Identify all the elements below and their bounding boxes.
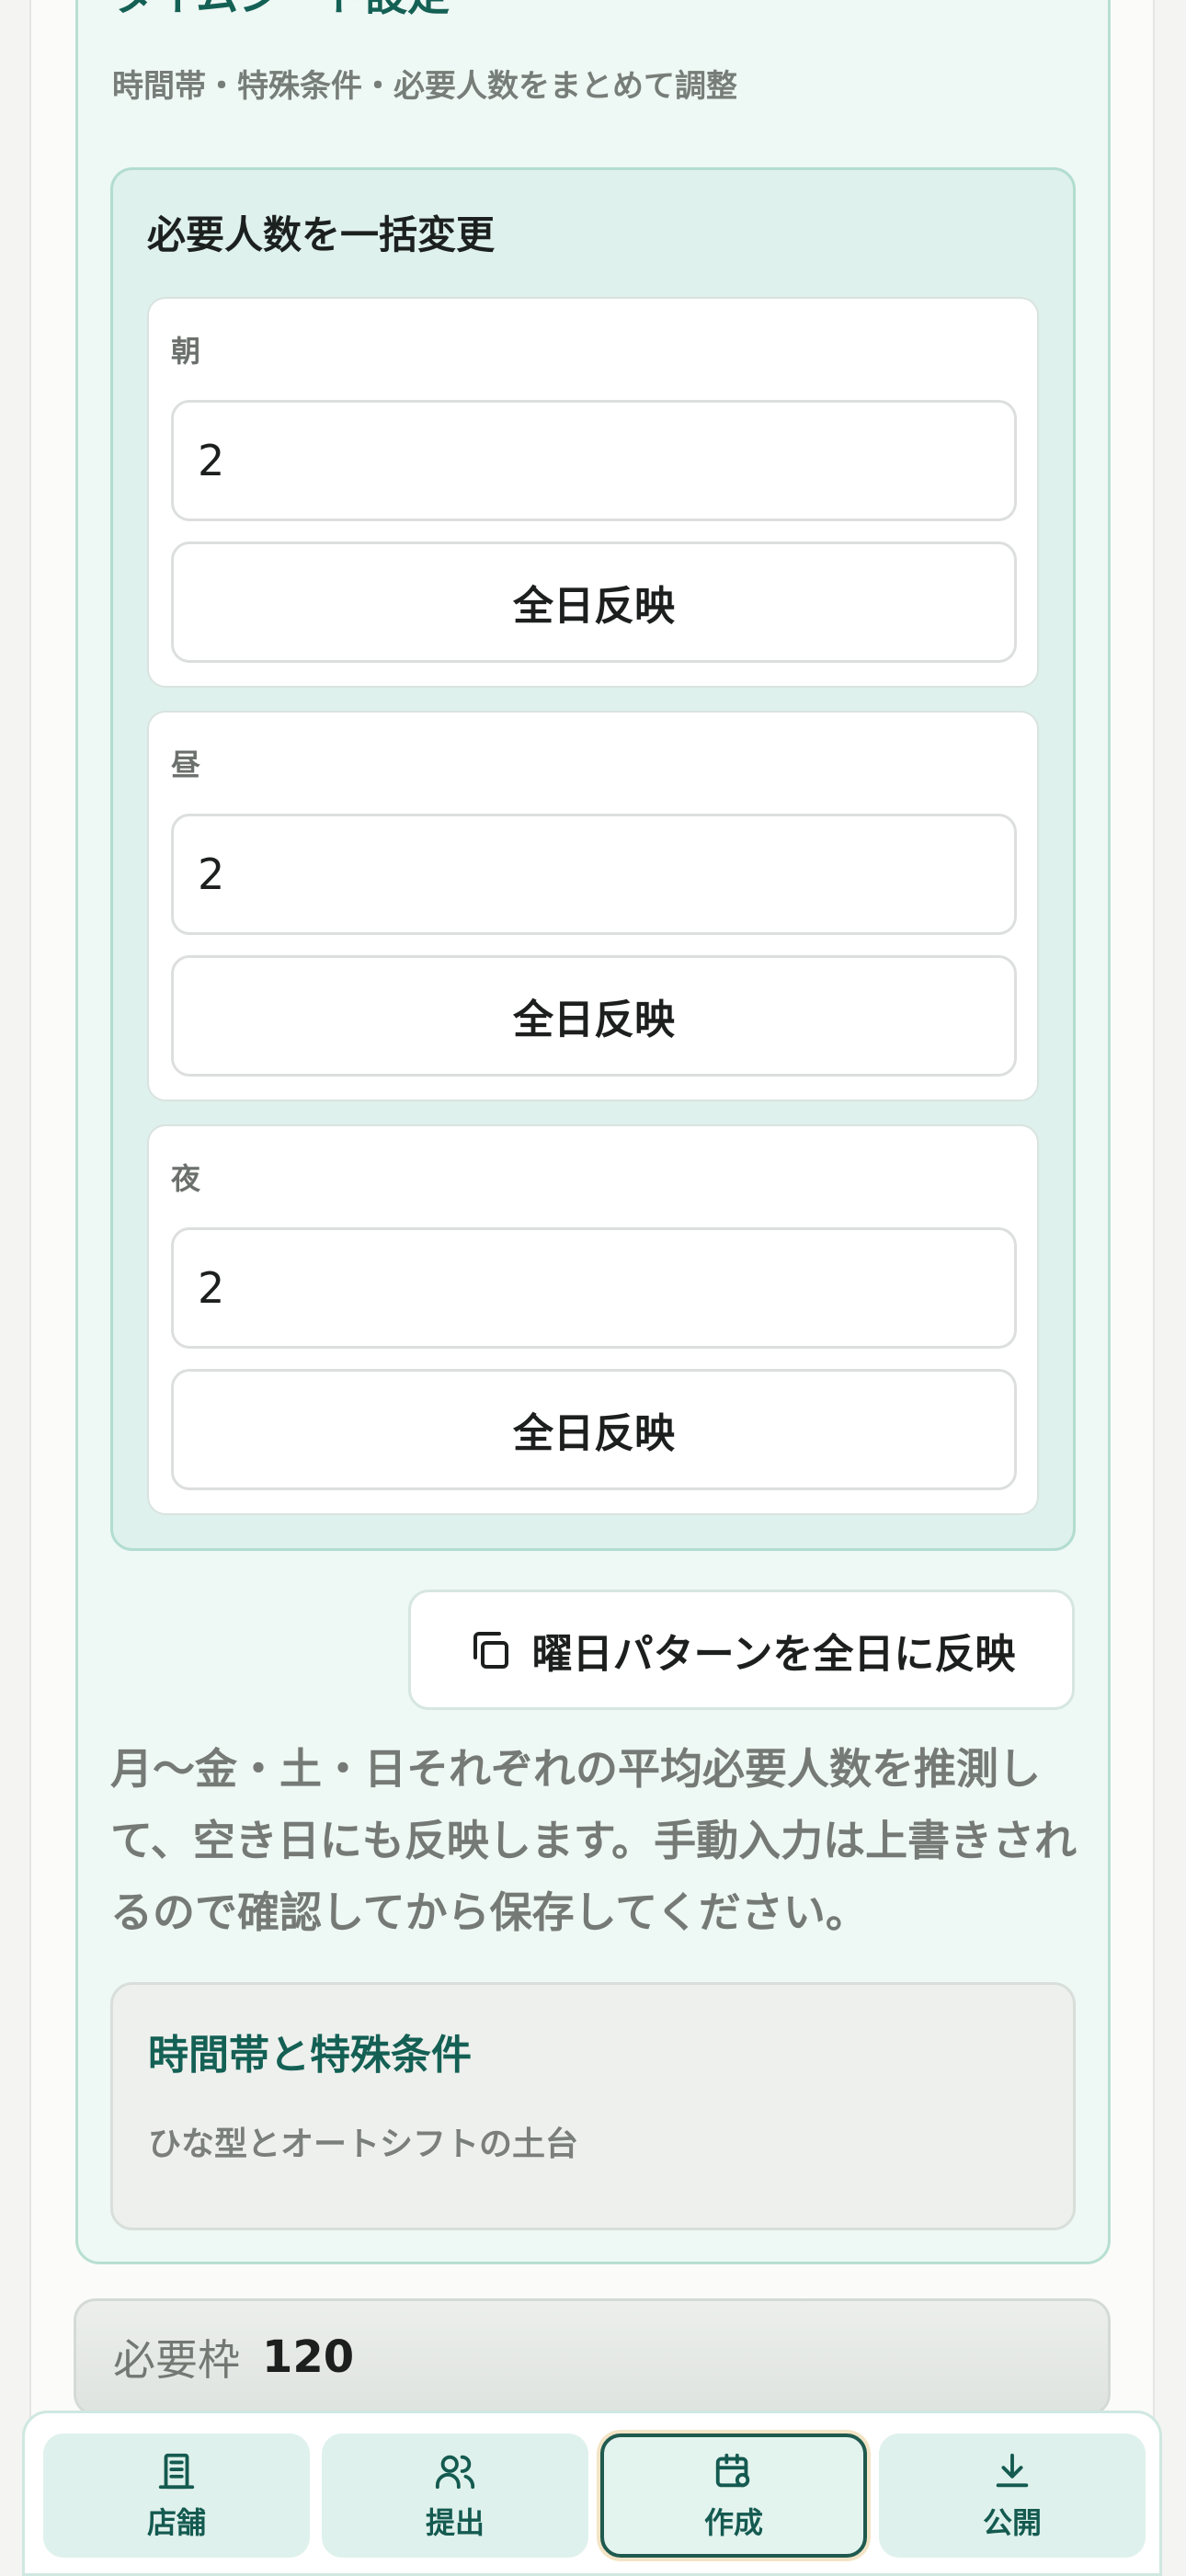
slot-card-noon: 昼 2 全日反映 <box>147 711 1039 1101</box>
time-conditions-subtitle: ひな型とオートシフトの土台 <box>148 2126 579 2163</box>
section-subtitle: 時間帯・特殊条件・必要人数をまとめて調整 <box>112 68 737 105</box>
nav-label: 公開 <box>982 2504 1042 2540</box>
slot-label: 夜 <box>171 1161 201 1196</box>
night-apply-all-button[interactable]: 全日反映 <box>171 1369 1017 1490</box>
copy-icon <box>468 1628 512 1672</box>
noon-apply-all-button[interactable]: 全日反映 <box>171 955 1017 1077</box>
bottom-navigation: 店舗 提出 作成 公開 <box>22 2411 1162 2576</box>
calendar-settings-icon <box>713 2450 755 2492</box>
nav-item-store[interactable]: 店舗 <box>43 2434 310 2558</box>
nav-item-create[interactable]: 作成 <box>600 2434 867 2558</box>
nav-item-publish[interactable]: 公開 <box>879 2434 1146 2558</box>
noon-count-input[interactable]: 2 <box>171 814 1017 935</box>
section-title: タイムシート設定 <box>112 0 450 17</box>
night-count-input[interactable]: 2 <box>171 1227 1017 1349</box>
morning-apply-all-button[interactable]: 全日反映 <box>171 541 1017 663</box>
bulk-change-title: 必要人数を一括変更 <box>147 212 496 257</box>
morning-count-input[interactable]: 2 <box>171 400 1017 521</box>
slot-card-morning: 朝 2 全日反映 <box>147 297 1039 688</box>
pattern-description: 月〜金・土・日それぞれの平均必要人数を推測して、空き日にも反映します。手動入力は… <box>110 1744 1078 1937</box>
nav-label: 提出 <box>425 2504 485 2540</box>
nav-label: 作成 <box>703 2504 763 2540</box>
apply-weekday-pattern-label: 曜日パターンを全日に反映 <box>531 1630 1016 1678</box>
required-slots-label: 必要枠 <box>113 2335 240 2385</box>
users-icon <box>434 2450 476 2492</box>
slot-label: 昼 <box>171 747 201 782</box>
apply-weekday-pattern-button[interactable]: 曜日パターンを全日に反映 <box>408 1590 1075 1710</box>
download-icon <box>991 2450 1033 2492</box>
nav-label: 店舗 <box>146 2504 206 2540</box>
store-icon <box>155 2450 198 2492</box>
required-slots-summary: 必要枠 120 <box>74 2298 1111 2416</box>
required-slots-value: 120 <box>262 2331 355 2383</box>
nav-item-submit[interactable]: 提出 <box>322 2434 588 2558</box>
time-conditions-card[interactable]: 時間帯と特殊条件 ひな型とオートシフトの土台 <box>110 1982 1076 2230</box>
time-conditions-title: 時間帯と特殊条件 <box>148 2032 472 2079</box>
slot-card-night: 夜 2 全日反映 <box>147 1124 1039 1515</box>
slot-label: 朝 <box>171 334 201 369</box>
